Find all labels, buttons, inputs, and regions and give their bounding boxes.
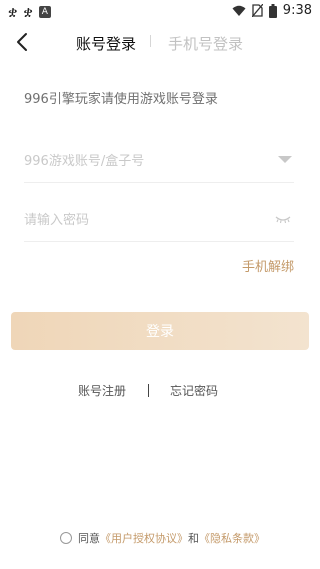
agree-and: 和 [188, 532, 199, 545]
tab-account-login[interactable]: 账号登录 [76, 33, 136, 54]
dropdown-arrow-icon[interactable] [278, 156, 292, 163]
tab-divider [150, 35, 151, 47]
status-left-icons: ቋ ቋ A [8, 4, 51, 20]
wifi-icon [232, 5, 246, 16]
password-field [24, 201, 294, 242]
status-time: 9:38 [282, 3, 312, 18]
account-input[interactable] [24, 150, 254, 172]
battery-icon [268, 3, 277, 18]
agreement-row: 同意 《用户授权协议》 和 《隐私条款》 [60, 530, 265, 546]
app-notification-icon: A [38, 6, 51, 18]
status-bar: ቋ ቋ A 9:38 [0, 0, 320, 24]
privacy-link[interactable]: 《隐私条款》 [199, 530, 265, 546]
tab-phone-login[interactable]: 手机号登录 [168, 33, 243, 54]
forgot-password-link[interactable]: 忘记密码 [170, 382, 218, 399]
agree-prefix: 同意 [78, 532, 100, 545]
agree-radio[interactable] [60, 532, 72, 544]
account-links: 账号注册 忘记密码 [0, 382, 320, 400]
phone-unbind-link[interactable]: 手机解绑 [242, 256, 294, 275]
no-sim-icon [251, 4, 263, 17]
register-link[interactable]: 账号注册 [78, 382, 126, 399]
account-field [24, 142, 294, 183]
login-hint: 996引擎玩家请使用游戏账号登录 [24, 92, 218, 107]
back-arrow-icon[interactable] [12, 30, 34, 54]
login-button[interactable]: 登录 [11, 312, 309, 350]
login-tabs: 账号登录 手机号登录 [0, 30, 320, 56]
links-divider [148, 384, 149, 397]
eye-closed-icon[interactable] [274, 212, 292, 226]
status-right-icons: 9:38 [232, 3, 312, 18]
notification-icon: ቋ [23, 4, 33, 20]
notification-icon: ቋ [8, 4, 18, 20]
password-input[interactable] [24, 209, 254, 231]
user-agreement-link[interactable]: 《用户授权协议》 [100, 530, 188, 546]
